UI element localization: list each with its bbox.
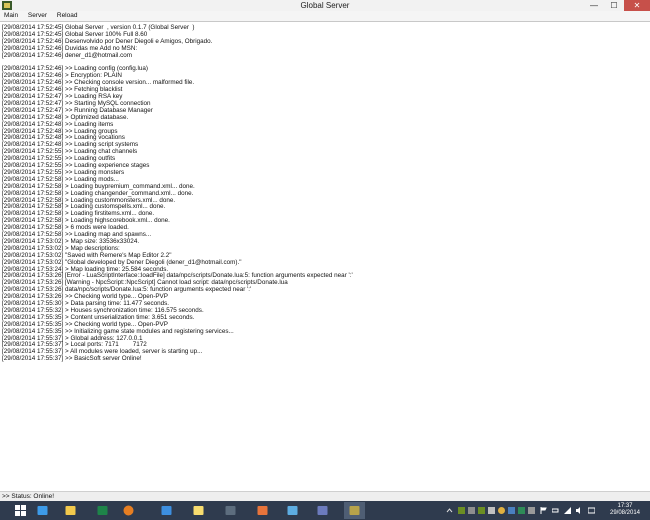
- tray-app-icon[interactable]: [488, 507, 495, 514]
- folder-icon[interactable]: [188, 502, 209, 519]
- dropbox-icon[interactable]: [156, 502, 177, 519]
- battery-icon[interactable]: [552, 507, 559, 514]
- server-app-icon[interactable]: [344, 502, 365, 519]
- network-icon[interactable]: [564, 507, 571, 514]
- title-bar: Global Server — ☐ ✕: [0, 0, 650, 11]
- feather-icon[interactable]: [282, 502, 303, 519]
- tray-app-icon[interactable]: [528, 507, 535, 514]
- flag-icon[interactable]: [540, 507, 547, 514]
- code-editor-icon[interactable]: [220, 502, 241, 519]
- firefox-icon[interactable]: [118, 502, 139, 519]
- keyboard-icon[interactable]: [588, 507, 595, 514]
- maximize-button[interactable]: ☐: [604, 0, 624, 11]
- menu-server[interactable]: Server: [24, 11, 51, 21]
- window-title: Global Server: [300, 1, 350, 10]
- minimize-button[interactable]: —: [584, 0, 604, 11]
- console-log[interactable]: [29/08/2014 17:52:45] Global Server , ve…: [0, 21, 650, 492]
- xampp-icon[interactable]: [252, 502, 273, 519]
- menu-main[interactable]: Main: [0, 11, 22, 21]
- clock-date: 29/08/2014: [609, 510, 641, 516]
- internet-explorer-icon[interactable]: [32, 502, 53, 519]
- start-icon[interactable]: [10, 502, 31, 519]
- tray-app-icon[interactable]: [518, 507, 525, 514]
- excel-icon[interactable]: [92, 502, 113, 519]
- volume-icon[interactable]: [576, 507, 583, 514]
- tray-app-icon[interactable]: [508, 507, 515, 514]
- clock[interactable]: 17:37 29/08/2014: [606, 503, 644, 517]
- log-line: [29/08/2014 17:52:46] dener_d1@hotmail.c…: [2, 51, 132, 59]
- taskbar: 17:37 29/08/2014: [0, 501, 650, 520]
- log-line: [29/08/2014 17:55:37] >> BasicSoft serve…: [2, 355, 142, 363]
- tray-app-icon[interactable]: [498, 507, 505, 514]
- clock-time: 17:37: [617, 503, 633, 509]
- menu-bar: Main Server Reload: [0, 11, 650, 21]
- tray-app-icon[interactable]: [478, 507, 485, 514]
- tray-app-icon[interactable]: [468, 507, 475, 514]
- tray-app-icon[interactable]: [458, 507, 465, 514]
- php-icon[interactable]: [312, 502, 333, 519]
- menu-reload[interactable]: Reload: [53, 11, 82, 21]
- close-button[interactable]: ✕: [624, 0, 650, 11]
- file-explorer-icon[interactable]: [60, 502, 81, 519]
- tray-up-arrow-icon[interactable]: [446, 507, 453, 514]
